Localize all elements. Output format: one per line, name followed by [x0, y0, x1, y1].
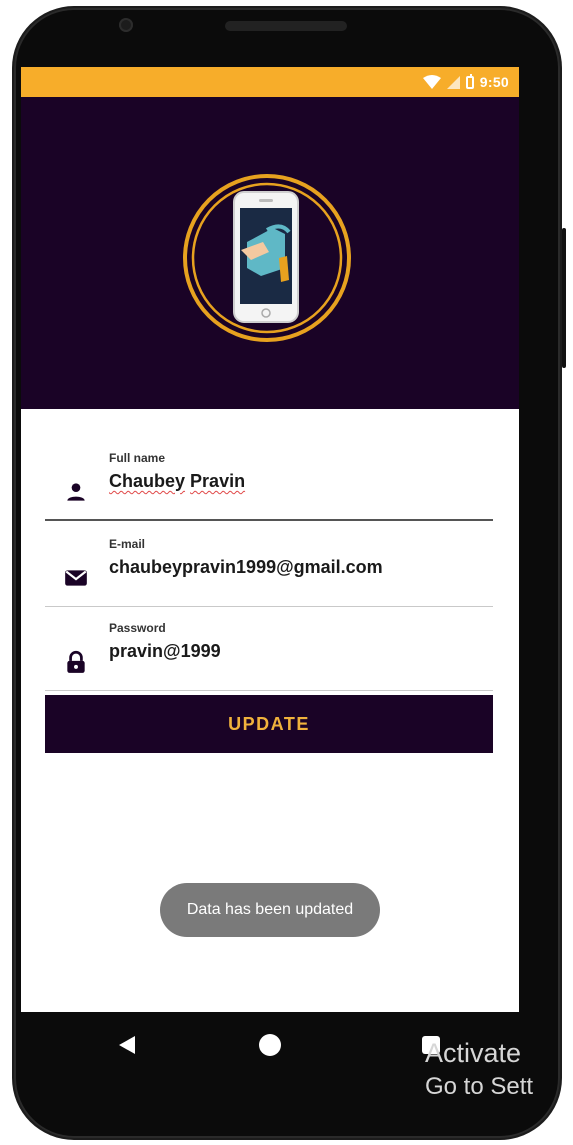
phone-in-hand-logo: [181, 172, 353, 344]
activation-watermark: Activate Go to Sett: [425, 1035, 533, 1104]
email-field[interactable]: E-mail chaubeypravin1999@gmail.com: [45, 537, 493, 607]
person-icon: [67, 483, 85, 501]
phone-side-button: [562, 228, 566, 368]
status-icons: 9:50: [422, 73, 509, 91]
home-icon[interactable]: [259, 1034, 281, 1056]
app-screen: 9:50 Full name Chaubey Pravin E-mail cha…: [21, 67, 519, 1012]
status-bar: 9:50: [21, 67, 519, 97]
full-name-first-word: Chaubey: [109, 471, 186, 491]
password-value[interactable]: pravin@1999: [109, 641, 221, 662]
update-button[interactable]: UPDATE: [45, 695, 493, 753]
watermark-line-1: Activate: [425, 1038, 522, 1068]
full-name-value[interactable]: Chaubey Pravin: [109, 471, 245, 492]
password-field[interactable]: Password pravin@1999: [45, 621, 493, 691]
status-time: 9:50: [479, 74, 509, 90]
password-underline: [45, 690, 493, 691]
email-value[interactable]: chaubeypravin1999@gmail.com: [109, 557, 383, 578]
wifi-icon: [422, 75, 441, 89]
battery-icon: [465, 73, 474, 89]
watermark-line-2: Go to Sett: [425, 1073, 534, 1101]
earpiece-speaker: [225, 21, 347, 31]
lock-icon: [67, 650, 85, 673]
front-camera: [119, 18, 133, 32]
toast-message: Data has been updated: [160, 883, 380, 937]
full-name-field[interactable]: Full name Chaubey Pravin: [45, 451, 493, 521]
back-icon[interactable]: [117, 1034, 137, 1056]
full-name-second-word: Pravin: [190, 471, 246, 491]
password-label: Password: [109, 621, 166, 635]
signal-icon: [446, 75, 460, 89]
email-label: E-mail: [109, 537, 146, 551]
full-name-label: Full name: [109, 451, 166, 465]
mail-icon: [65, 570, 87, 586]
email-underline: [45, 606, 493, 607]
full-name-underline: [45, 519, 493, 521]
header-banner: [21, 97, 519, 409]
